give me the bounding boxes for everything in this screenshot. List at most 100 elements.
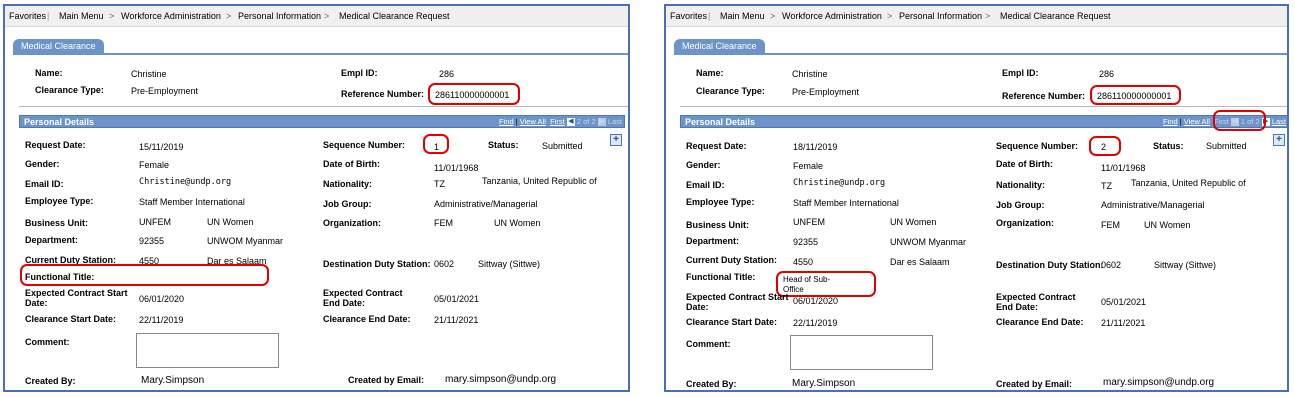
- breadcrumb-separator: >: [887, 11, 893, 21]
- row-navigation-highlight: [1213, 110, 1266, 131]
- organization-code: FEM: [434, 218, 453, 228]
- view-all-link[interactable]: View All: [520, 117, 546, 126]
- sequence-number-label: Sequence Number:: [996, 141, 1079, 151]
- sequence-number-label: Sequence Number:: [323, 140, 406, 150]
- destination-duty-station-label: Destination Duty Station:: [996, 260, 1104, 270]
- created-by-label: Created By:: [686, 379, 737, 389]
- gender-label: Gender:: [25, 159, 60, 169]
- breadcrumb-separator: >: [985, 11, 991, 21]
- functional-title-label: Functional Title:: [686, 272, 756, 282]
- current-duty-station-name: Dar es Salaam: [890, 257, 950, 267]
- breadcrumb-personal-information[interactable]: Personal Information: [238, 11, 321, 21]
- destination-duty-station-code: 0602: [434, 259, 455, 269]
- created-by-email-value: mary.simpson@undp.org: [1103, 377, 1215, 388]
- employee-type-label: Employee Type:: [686, 197, 755, 207]
- expected-contract-end-value: 05/01/2021: [434, 294, 480, 304]
- organization-name: UN Women: [494, 218, 541, 228]
- date-of-birth-value: 11/01/1968: [434, 163, 479, 173]
- add-row-icon[interactable]: +: [610, 134, 622, 146]
- breadcrumb-workforce-administration[interactable]: Workforce Administration: [121, 11, 221, 21]
- name-value: Christine: [792, 69, 828, 79]
- business-unit-code: UNFEM: [793, 217, 825, 227]
- email-id-label: Email ID:: [25, 179, 64, 189]
- breadcrumb-personal-information[interactable]: Personal Information: [899, 11, 982, 21]
- business-unit-label: Business Unit:: [686, 220, 750, 230]
- breadcrumb-workforce-administration[interactable]: Workforce Administration: [782, 11, 882, 21]
- organization-label: Organization:: [996, 218, 1054, 228]
- department-name: UNWOM Myanmar: [207, 236, 283, 246]
- page-counter: 2 of 2: [576, 117, 596, 126]
- divider: [680, 106, 1287, 107]
- breadcrumb-favorites[interactable]: Favorites: [9, 11, 46, 21]
- job-group-value: Administrative/Managerial: [434, 199, 538, 209]
- created-by-value: Mary.Simpson: [141, 375, 205, 386]
- breadcrumb-separator: >: [770, 11, 776, 21]
- add-row-icon[interactable]: +: [1273, 134, 1285, 146]
- organization-code: FEM: [1101, 220, 1120, 230]
- breadcrumb-separator: >: [324, 11, 330, 21]
- breadcrumb-favorites[interactable]: Favorites: [670, 11, 707, 21]
- expected-contract-start-value: 06/01/2020: [139, 294, 185, 304]
- clearance-type-label: Clearance Type:: [696, 86, 765, 96]
- divider: [19, 106, 628, 107]
- clearance-start-date-label: Clearance Start Date:: [25, 314, 117, 324]
- request-date-label: Request Date:: [25, 140, 86, 150]
- last-link: Last: [607, 117, 622, 126]
- view-all-link[interactable]: View All: [1184, 117, 1210, 126]
- expected-contract-end-label: Expected Contract End Date:: [996, 292, 1076, 312]
- comment-label: Comment:: [25, 337, 70, 347]
- name-value: Christine: [131, 69, 167, 79]
- first-link[interactable]: First: [550, 117, 565, 126]
- tab-medical-clearance[interactable]: Medical Clearance: [13, 39, 104, 53]
- tab-medical-clearance[interactable]: Medical Clearance: [674, 39, 765, 53]
- medical-clearance-panel-right: Favorites | Main Menu > Workforce Admini…: [664, 4, 1289, 392]
- breadcrumb-separator: >: [109, 11, 115, 21]
- gender-value: Female: [139, 160, 170, 170]
- organization-name: UN Women: [1144, 220, 1191, 230]
- expected-contract-start-label: Expected Contract Start Date:: [25, 288, 128, 308]
- destination-duty-station-name: Sittway (Sittwe): [478, 259, 541, 269]
- destination-duty-station-name: Sittway (Sittwe): [1154, 260, 1217, 270]
- empl-id-label: Empl ID:: [1002, 68, 1039, 78]
- destination-duty-station-code: 0602: [1101, 260, 1122, 270]
- current-duty-station-code: 4550: [793, 257, 814, 267]
- reference-number-highlight: [428, 83, 520, 105]
- find-link[interactable]: Find: [499, 117, 514, 126]
- clearance-start-date-value: 22/11/2019: [139, 315, 184, 325]
- status-label: Status:: [1153, 141, 1184, 151]
- destination-duty-station-label: Destination Duty Station:: [323, 259, 431, 269]
- expected-contract-start-label: Expected Contract Start Date:: [686, 292, 789, 312]
- created-by-value: Mary.Simpson: [792, 378, 856, 389]
- clearance-type-value: Pre-Employment: [131, 86, 199, 96]
- nationality-code: TZ: [1101, 181, 1112, 191]
- clearance-end-date-value: 21/11/2021: [1101, 318, 1146, 328]
- business-unit-code: UNFEM: [139, 217, 171, 227]
- nationality-label: Nationality:: [996, 180, 1046, 190]
- clearance-end-date-label: Clearance End Date:: [323, 314, 411, 324]
- last-link[interactable]: Last: [1272, 117, 1286, 126]
- tab-underline: [13, 53, 628, 55]
- created-by-email-label: Created by Email:: [348, 375, 425, 385]
- request-date-label: Request Date:: [686, 141, 747, 151]
- medical-clearance-panel-left: Favorites | Main Menu > Workforce Admini…: [3, 4, 630, 392]
- breadcrumb-main-menu[interactable]: Main Menu: [59, 11, 104, 21]
- job-group-label: Job Group:: [996, 200, 1045, 210]
- reference-number-highlight: [1090, 85, 1181, 105]
- comment-label: Comment:: [686, 339, 731, 349]
- nationality-name: Tanzania, United Republic of: [1131, 178, 1246, 188]
- reference-number-label: Reference Number:: [1002, 91, 1086, 101]
- business-unit-name: UN Women: [890, 217, 937, 227]
- business-unit-name: UN Women: [207, 217, 254, 227]
- comment-textarea[interactable]: [136, 333, 279, 368]
- date-of-birth-value: 11/01/1968: [1101, 163, 1146, 173]
- comment-textarea[interactable]: [790, 335, 933, 370]
- previous-row-icon[interactable]: ◀: [566, 118, 575, 127]
- breadcrumb: Favorites | Main Menu > Workforce Admini…: [666, 6, 1287, 27]
- clearance-start-date-value: 22/11/2019: [793, 318, 838, 328]
- nationality-code: TZ: [434, 179, 445, 189]
- expected-contract-end-label: Expected Contract End Date:: [323, 288, 403, 308]
- empl-id-value: 286: [439, 69, 455, 79]
- breadcrumb-main-menu[interactable]: Main Menu: [720, 11, 765, 21]
- department-code: 92355: [139, 236, 165, 246]
- find-link[interactable]: Find: [1163, 117, 1178, 126]
